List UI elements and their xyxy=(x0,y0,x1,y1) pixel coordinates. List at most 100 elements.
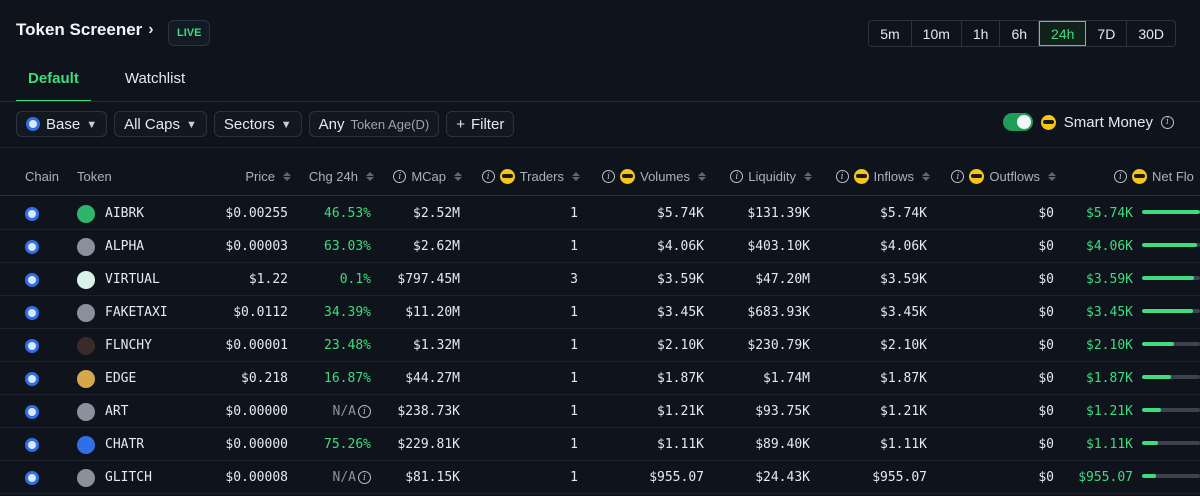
chain-cell xyxy=(25,329,39,362)
chain-cell xyxy=(25,296,39,329)
time-range-6h[interactable]: 6h xyxy=(1000,21,1040,46)
table-row[interactable]: GLITCH $0.00008 N/A i $81.15K 1 $955.07 … xyxy=(0,461,1200,494)
chain-filter-dropdown[interactable]: Base ▼ xyxy=(16,111,108,137)
caps-filter-label: All Caps xyxy=(124,115,180,133)
smart-money-toggle[interactable] xyxy=(1002,113,1033,131)
token-logo-icon xyxy=(77,369,95,388)
sectors-filter-dropdown[interactable]: Sectors ▼ xyxy=(213,111,302,137)
volumes-cell: $1.11K xyxy=(657,437,704,452)
add-filter-button[interactable]: + Filter xyxy=(446,111,515,137)
column-header-chain: Chain xyxy=(25,169,59,184)
token-cell[interactable]: FAKETAXI xyxy=(77,296,168,329)
column-header-netflow[interactable]: i Net Flo xyxy=(1114,169,1194,184)
time-range-1h[interactable]: 1h xyxy=(961,21,1001,46)
column-header-outflows[interactable]: i Outflows xyxy=(936,169,1056,184)
time-range-10m[interactable]: 10m xyxy=(911,21,962,46)
token-cell[interactable]: VIRTUAL xyxy=(77,263,160,296)
divider xyxy=(0,147,1200,148)
token-logo-icon xyxy=(77,303,95,322)
column-header-traders[interactable]: i Traders xyxy=(470,169,580,184)
token-cell[interactable]: GLITCH xyxy=(77,461,152,494)
token-age-filter[interactable]: Any Token Age(D) xyxy=(308,111,440,137)
traders-cell: 1 xyxy=(570,305,578,320)
tab-watchlist[interactable]: Watchlist xyxy=(113,66,197,102)
info-icon[interactable]: i xyxy=(393,170,407,183)
sunglasses-emoji-icon xyxy=(499,169,515,184)
traders-cell: 1 xyxy=(570,338,578,353)
base-chain-icon xyxy=(25,272,39,287)
column-header-volumes[interactable]: i Volumes xyxy=(590,169,706,184)
info-icon[interactable]: i xyxy=(951,170,965,183)
token-logo-icon xyxy=(77,237,95,256)
token-cell[interactable]: CHATR xyxy=(77,428,144,461)
chevron-right-icon: › xyxy=(148,21,154,38)
column-header-chg24h[interactable]: Chg 24h xyxy=(300,169,374,184)
mcap-cell: $2.62M xyxy=(413,239,460,254)
time-range-24h[interactable]: 24h xyxy=(1039,21,1087,46)
netflow-bar-fill xyxy=(1142,474,1156,478)
token-symbol: FAKETAXI xyxy=(105,305,168,320)
mcap-cell: $238.73K xyxy=(397,404,460,419)
token-cell[interactable]: EDGE xyxy=(77,362,136,395)
netflow-bar xyxy=(1142,309,1200,313)
liquidity-cell: $47.20M xyxy=(755,272,810,287)
token-cell[interactable]: FLNCHY xyxy=(77,329,152,362)
table-row[interactable]: ART $0.00000 N/A i $238.73K 1 $1.21K $93… xyxy=(0,395,1200,428)
token-cell[interactable]: ALPHA xyxy=(77,230,144,263)
caps-filter-dropdown[interactable]: All Caps ▼ xyxy=(114,111,207,137)
token-symbol: EDGE xyxy=(105,371,137,386)
info-icon[interactable]: i xyxy=(602,170,616,183)
chevron-down-icon: ▼ xyxy=(280,119,292,131)
column-header-price[interactable]: Price xyxy=(200,169,291,184)
netflow-bar-fill xyxy=(1142,210,1200,214)
traders-cell: 1 xyxy=(570,437,578,452)
column-header-mcap[interactable]: i MCap xyxy=(382,169,462,184)
netflow-cell: $955.07 xyxy=(1078,470,1133,485)
table-row[interactable]: EDGE $0.218 16.87% $44.27M 1 $1.87K $1.7… xyxy=(0,362,1200,395)
column-header-inflows[interactable]: i Inflows xyxy=(820,169,930,184)
token-logo-icon xyxy=(77,402,95,421)
sort-icon xyxy=(454,172,462,181)
time-range-5m[interactable]: 5m xyxy=(869,21,912,46)
chain-cell xyxy=(25,263,39,296)
tab-default[interactable]: Default xyxy=(16,66,91,102)
time-range-selector: 5m 10m 1h 6h 24h 7D 30D xyxy=(868,20,1176,47)
netflow-bar xyxy=(1142,375,1200,379)
base-chain-icon xyxy=(26,117,40,131)
mcap-cell: $2.52M xyxy=(413,206,460,221)
netflow-bar xyxy=(1142,474,1200,478)
time-range-30d[interactable]: 30D xyxy=(1127,21,1175,46)
info-icon[interactable]: i xyxy=(1114,170,1127,183)
table-row[interactable]: ALPHA $0.00003 63.03% $2.62M 1 $4.06K $4… xyxy=(0,230,1200,263)
netflow-cell: $5.74K xyxy=(1086,206,1133,221)
smart-money-label: Smart Money xyxy=(1063,113,1153,131)
info-icon[interactable]: i xyxy=(358,471,371,484)
token-cell[interactable]: AIBRK xyxy=(77,197,144,230)
table-row[interactable]: FLNCHY $0.00001 23.48% $1.32M 1 $2.10K $… xyxy=(0,329,1200,362)
table-row[interactable]: VIRTUAL $1.22 0.1% $797.45M 3 $3.59K $47… xyxy=(0,263,1200,296)
info-icon[interactable]: i xyxy=(835,170,849,183)
liquidity-cell: $93.75K xyxy=(755,404,810,419)
table-row[interactable]: CHATR $0.00000 75.26% $229.81K 1 $1.11K … xyxy=(0,428,1200,461)
info-icon[interactable]: i xyxy=(358,405,371,418)
chg24h-cell: 23.48% xyxy=(300,329,371,362)
table-row[interactable]: AIBRK $0.00255 46.53% $2.52M 1 $5.74K $1… xyxy=(0,197,1200,230)
info-icon[interactable]: i xyxy=(1161,115,1174,129)
token-age-label: Token Age(D) xyxy=(350,116,430,132)
info-icon[interactable]: i xyxy=(730,170,744,183)
outflows-cell: $0 xyxy=(1038,371,1054,386)
mcap-cell: $81.15K xyxy=(405,470,460,485)
netflow-cell: $1.87K xyxy=(1086,371,1133,386)
page-title[interactable]: Token Screener › xyxy=(16,20,154,40)
time-range-7d[interactable]: 7D xyxy=(1086,21,1128,46)
sort-icon xyxy=(698,172,706,181)
info-icon[interactable]: i xyxy=(481,170,495,183)
table-row[interactable]: FAKETAXI $0.0112 34.39% $11.20M 1 $3.45K… xyxy=(0,296,1200,329)
token-cell[interactable]: ART xyxy=(77,395,128,428)
sort-icon xyxy=(1048,172,1056,181)
token-symbol: GLITCH xyxy=(105,470,152,485)
chg24h-value: 23.48% xyxy=(324,338,371,353)
column-header-liquidity[interactable]: i Liquidity xyxy=(716,169,812,184)
token-age-value: Any xyxy=(318,115,345,133)
mcap-cell: $44.27M xyxy=(405,371,460,386)
